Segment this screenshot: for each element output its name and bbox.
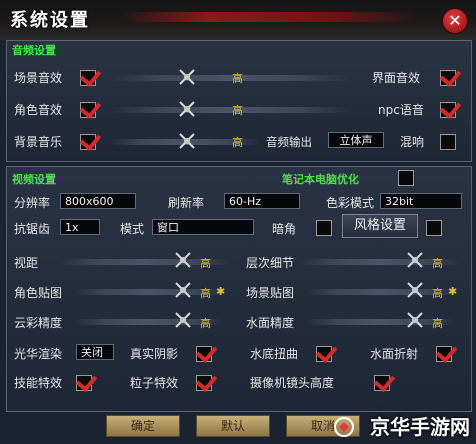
char-sound-label: 角色音效 — [14, 103, 63, 117]
refresh-select[interactable]: 60-Hz — [224, 193, 300, 209]
close-button[interactable]: ✕ — [442, 8, 468, 34]
display-mode-select[interactable]: 窗口 — [152, 219, 254, 235]
light-render-label: 光华渲染 — [14, 347, 63, 361]
title-bar[interactable]: 系统设置 ✕ — [0, 0, 476, 40]
antialias-label: 抗锯齿 — [14, 222, 51, 236]
scene-sound-level: 高 — [232, 72, 243, 85]
scene-sound-slider-knob[interactable] — [178, 68, 196, 86]
window-title: 系统设置 — [10, 10, 90, 31]
particle-fx-label: 粒子特效 — [130, 376, 179, 390]
npc-voice-label: npc语音 — [378, 103, 424, 117]
char-texture-level: 高 — [200, 287, 211, 300]
crossed-swords-icon — [179, 133, 195, 149]
reverb-label: 混响 — [400, 135, 425, 149]
bgm-checkbox[interactable] — [80, 134, 96, 150]
default-button[interactable]: 默认 — [196, 415, 270, 437]
color-mode-select[interactable]: 32bit — [380, 193, 462, 209]
watermark-logo-icon — [334, 417, 354, 437]
char-texture-label: 角色贴图 — [14, 286, 63, 300]
scene-texture-star-icon: ✱ — [448, 285, 458, 298]
scene-sound-label: 场景音效 — [14, 71, 63, 85]
water-distort-label: 水底扭曲 — [250, 347, 299, 361]
settings-window: 系统设置 ✕ 音频设置 场景音效 高 界面音效 角色音效 高 npc语音 背景音… — [0, 0, 476, 444]
ui-sound-label: 界面音效 — [372, 71, 421, 85]
water-reflect-checkbox[interactable] — [436, 346, 452, 362]
crossed-swords-icon — [407, 312, 423, 328]
color-mode-label: 色彩模式 — [326, 196, 375, 210]
water-quality-label: 水面精度 — [246, 316, 295, 330]
real-shadow-checkbox[interactable] — [196, 346, 212, 362]
char-texture-slider-knob[interactable] — [174, 281, 192, 299]
bgm-slider-knob[interactable] — [178, 132, 196, 150]
water-quality-level: 高 — [432, 317, 443, 330]
cloud-quality-slider-knob[interactable] — [174, 311, 192, 329]
bgm-label: 背景音乐 — [14, 135, 63, 149]
crossed-swords-icon — [407, 252, 423, 268]
close-icon: ✕ — [448, 11, 462, 30]
scene-texture-slider-knob[interactable] — [406, 281, 424, 299]
crossed-swords-icon — [179, 69, 195, 85]
reverb-checkbox[interactable] — [440, 134, 456, 150]
display-mode-label: 模式 — [120, 222, 145, 236]
vignette-label: 暗角 — [272, 222, 297, 236]
lod-level: 高 — [432, 257, 443, 270]
audio-section-title: 音频设置 — [12, 44, 56, 57]
scene-sound-slider-track[interactable] — [110, 75, 350, 81]
crossed-swords-icon — [175, 312, 191, 328]
npc-voice-checkbox[interactable] — [440, 102, 456, 118]
water-distort-checkbox[interactable] — [316, 346, 332, 362]
resolution-label: 分辨率 — [14, 196, 51, 210]
view-distance-label: 视距 — [14, 256, 39, 270]
view-distance-slider-knob[interactable] — [174, 251, 192, 269]
water-quality-slider-knob[interactable] — [406, 311, 424, 329]
view-distance-level: 高 — [200, 257, 211, 270]
real-shadow-label: 真实阴影 — [130, 347, 179, 361]
skill-fx-label: 技能特效 — [14, 376, 63, 390]
particle-fx-checkbox[interactable] — [196, 375, 212, 391]
camera-height-checkbox[interactable] — [374, 375, 390, 391]
audio-output-select[interactable]: 立体声 — [328, 132, 384, 148]
camera-height-label: 摄像机镜头高度 — [250, 376, 335, 390]
water-reflect-label: 水面折射 — [370, 347, 419, 361]
crossed-swords-icon — [175, 282, 191, 298]
laptop-optimize-checkbox[interactable] — [398, 170, 414, 186]
scene-texture-level: 高 — [432, 287, 443, 300]
style-settings-checkbox[interactable] — [426, 220, 442, 236]
crossed-swords-icon — [175, 252, 191, 268]
antialias-select[interactable]: 1x — [60, 219, 100, 235]
lod-label: 层次细节 — [246, 256, 295, 270]
scene-texture-label: 场景贴图 — [246, 286, 295, 300]
light-render-select[interactable]: 关闭 — [76, 344, 114, 360]
title-brush-decoration — [120, 12, 420, 22]
ui-sound-checkbox[interactable] — [440, 70, 456, 86]
crossed-swords-icon — [407, 282, 423, 298]
laptop-optimize-label: 笔记本电脑优化 — [282, 173, 359, 186]
refresh-label: 刷新率 — [168, 196, 205, 210]
crossed-swords-icon — [179, 101, 195, 117]
video-section-title: 视频设置 — [12, 173, 56, 186]
char-sound-slider-track[interactable] — [110, 107, 350, 113]
watermark-text: 京华手游网 — [370, 415, 470, 439]
char-sound-checkbox[interactable] — [80, 102, 96, 118]
lod-slider-knob[interactable] — [406, 251, 424, 269]
skill-fx-checkbox[interactable] — [76, 375, 92, 391]
style-settings-button[interactable]: 风格设置 — [342, 214, 418, 238]
vignette-checkbox[interactable] — [316, 220, 332, 236]
char-sound-level: 高 — [232, 104, 243, 117]
char-texture-star-icon: ✱ — [216, 285, 226, 298]
ok-button[interactable]: 确定 — [106, 415, 180, 437]
char-sound-slider-knob[interactable] — [178, 100, 196, 118]
cloud-quality-label: 云彩精度 — [14, 316, 63, 330]
resolution-select[interactable]: 800x600 — [60, 193, 136, 209]
scene-sound-checkbox[interactable] — [80, 70, 96, 86]
bgm-level: 高 — [232, 136, 243, 149]
cloud-quality-level: 高 — [200, 317, 211, 330]
audio-output-label: 音频输出 — [266, 135, 312, 149]
